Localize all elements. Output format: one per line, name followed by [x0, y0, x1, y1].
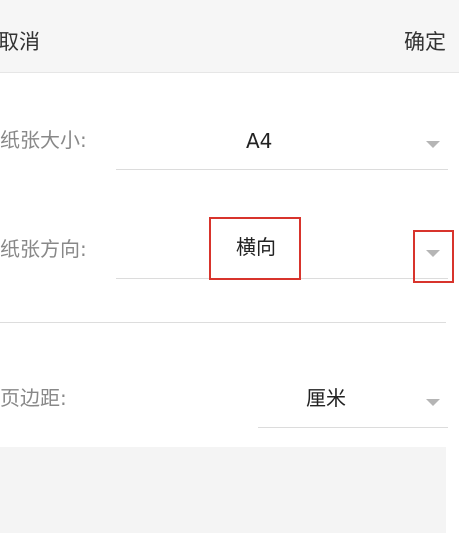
cancel-button[interactable]: 取消 — [0, 28, 40, 56]
paper-size-select[interactable]: A4 — [116, 109, 448, 170]
confirm-button[interactable]: 确定 — [404, 28, 446, 56]
paper-size-value: A4 — [246, 129, 273, 153]
orientation-value-highlight — [209, 217, 301, 280]
orientation-dropdown-highlight — [413, 230, 454, 283]
margin-unit-value: 厘米 — [306, 386, 346, 410]
dialog-header: 取消 确定 — [0, 0, 459, 73]
page-margin-label: 页边距: — [0, 386, 67, 410]
paper-orientation-label: 纸张方向: — [0, 237, 87, 261]
chevron-down-icon — [426, 399, 440, 406]
margin-settings-panel — [0, 447, 446, 533]
section-divider — [0, 322, 446, 323]
chevron-down-icon — [426, 141, 440, 148]
margin-unit-select[interactable]: 厘米 — [258, 367, 448, 428]
paper-size-label: 纸张大小: — [0, 128, 87, 152]
